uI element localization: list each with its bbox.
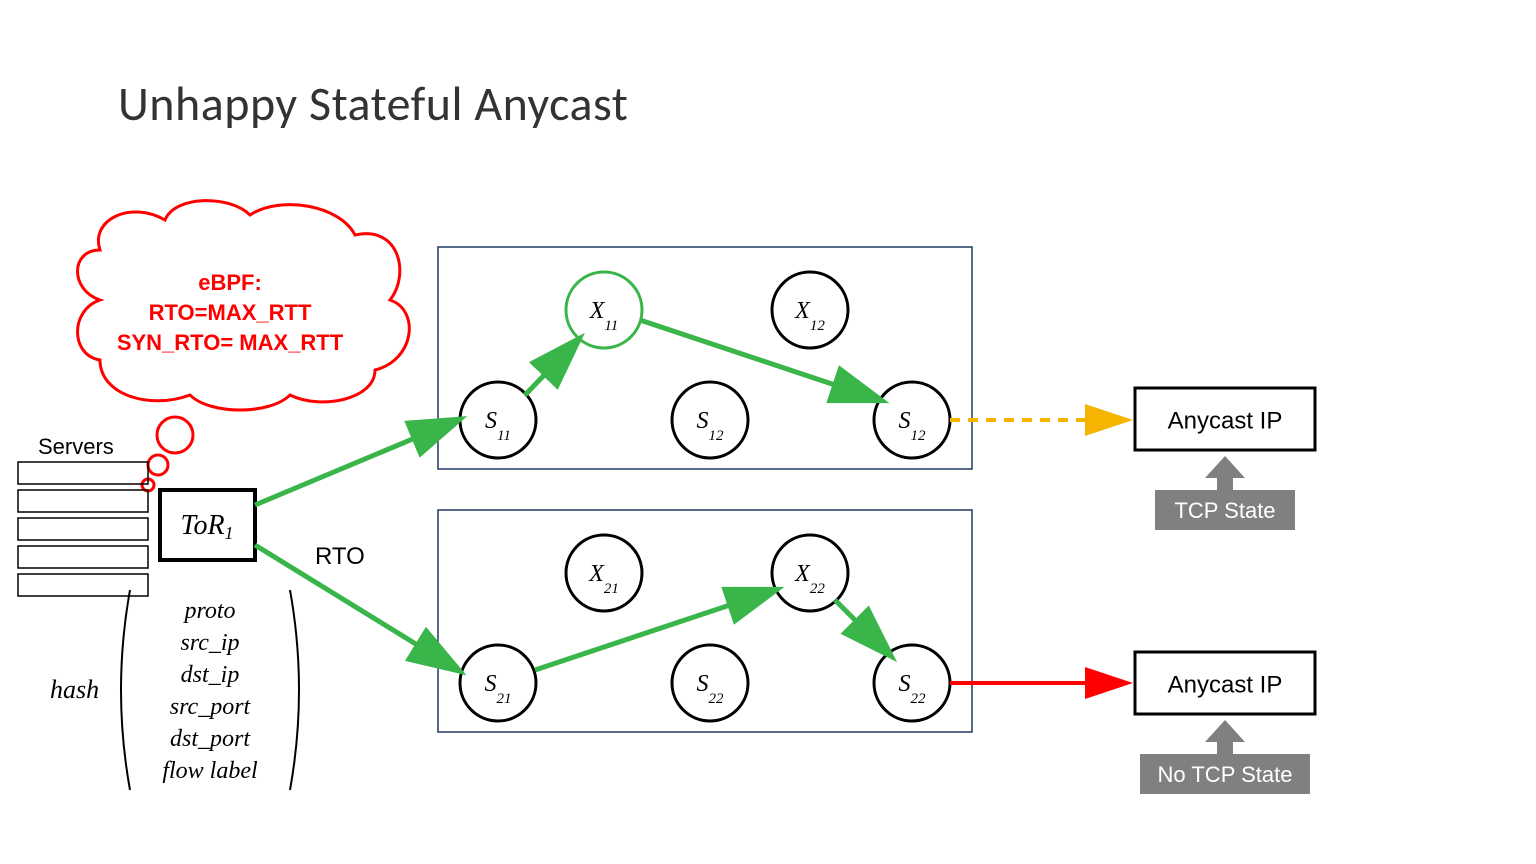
svg-text:ToR1: ToR1: [180, 510, 233, 543]
tor-box: ToR1: [160, 490, 255, 560]
svg-text:Anycast IP: Anycast IP: [1168, 407, 1283, 434]
svg-text:S12: S12: [697, 408, 725, 445]
svg-text:X21: X21: [588, 561, 619, 598]
bubble-line3: SYN_RTO= MAX_RTT: [117, 330, 344, 355]
svg-text:dst_port: dst_port: [170, 726, 251, 752]
svg-text:S22: S22: [899, 671, 927, 708]
svg-text:src_port: src_port: [170, 694, 252, 720]
node-s22a: S22: [672, 645, 748, 721]
svg-text:X11: X11: [589, 298, 619, 335]
state-top: TCP State: [1155, 456, 1295, 530]
node-x11: X11: [566, 272, 642, 348]
hash-prefix: hash: [50, 675, 99, 704]
svg-text:S11: S11: [485, 408, 511, 445]
svg-text:dst_ip: dst_ip: [181, 662, 240, 688]
svg-text:S21: S21: [485, 671, 512, 708]
svg-text:X12: X12: [794, 298, 825, 335]
svg-text:S22: S22: [697, 671, 725, 708]
node-x12: X12: [772, 272, 848, 348]
fabric-bottom: [438, 510, 972, 732]
node-s21: S21: [460, 645, 536, 721]
fabric-top: [438, 247, 972, 469]
thought-bubble: eBPF: RTO=MAX_RTT SYN_RTO= MAX_RTT: [78, 201, 410, 491]
servers-label: Servers: [38, 434, 114, 459]
svg-text:No TCP State: No TCP State: [1158, 762, 1293, 787]
svg-text:Anycast IP: Anycast IP: [1168, 671, 1283, 698]
arrow-s11-x11: [525, 340, 578, 395]
svg-text:proto: proto: [182, 598, 235, 624]
rto-label: RTO: [315, 543, 365, 570]
node-s22b: S22: [874, 645, 950, 721]
svg-text:src_ip: src_ip: [180, 630, 239, 656]
svg-text:flow label: flow label: [162, 758, 258, 784]
anycast-bottom: Anycast IP: [1135, 652, 1315, 714]
svg-text:X22: X22: [794, 561, 825, 598]
svg-text:S12: S12: [899, 408, 927, 445]
node-s12b: S12: [874, 382, 950, 458]
state-bottom: No TCP State: [1140, 720, 1310, 794]
anycast-top: Anycast IP: [1135, 388, 1315, 450]
node-s12a: S12: [672, 382, 748, 458]
bubble-line2: RTO=MAX_RTT: [149, 300, 312, 325]
arrow-x22-s22: [835, 600, 890, 655]
svg-text:TCP State: TCP State: [1174, 498, 1275, 523]
slide-title: Unhappy Stateful Anycast: [118, 74, 628, 133]
node-x21: X21: [566, 535, 642, 611]
bubble-line1: eBPF:: [198, 270, 262, 295]
tor-label: ToR: [180, 510, 224, 541]
hash-tuple: hash proto src_ip dst_ip src_port dst_po…: [50, 590, 299, 790]
arrow-tor-to-s11: [255, 420, 458, 505]
arrow-x11-s12: [640, 320, 880, 400]
servers-stack: Servers: [18, 434, 148, 596]
